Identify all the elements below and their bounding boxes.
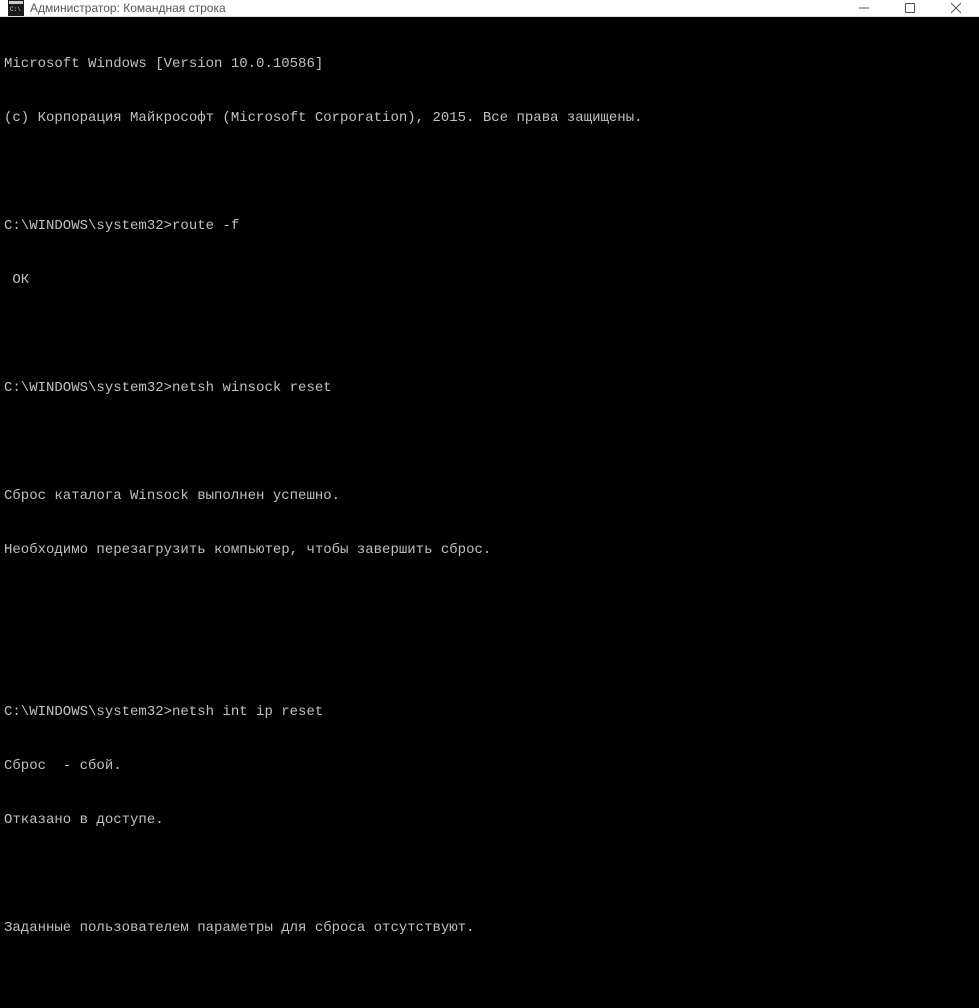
blank-line [4, 649, 975, 667]
prompt: C:\WINDOWS\system32> [4, 379, 172, 397]
blank-line [4, 973, 975, 991]
command-prompt-window: C:\ Администратор: Командная строка Micr… [0, 0, 979, 504]
command: netsh int ip reset [172, 703, 323, 721]
blank-line [4, 865, 975, 883]
blank-line [4, 595, 975, 613]
prompt-line: C:\WINDOWS\system32>netsh winsock reset [4, 379, 975, 397]
output-line: Сброс - сбой. [4, 757, 975, 775]
blank-line [4, 163, 975, 181]
blank-line [4, 325, 975, 343]
svg-text:C:\: C:\ [10, 6, 21, 13]
prompt: C:\WINDOWS\system32> [4, 703, 172, 721]
prompt-line: C:\WINDOWS\system32>route -f [4, 217, 975, 235]
maximize-button[interactable] [887, 0, 933, 16]
window-controls [841, 0, 979, 16]
output-line: Отказано в доступе. [4, 811, 975, 829]
prompt: C:\WINDOWS\system32> [4, 217, 172, 235]
blank-line [4, 433, 975, 451]
output-line: Заданные пользователем параметры для сбр… [4, 919, 975, 937]
close-button[interactable] [933, 0, 979, 16]
output-line: ОК [4, 271, 975, 289]
banner-line: (c) Корпорация Майкрософт (Microsoft Cor… [4, 109, 975, 127]
console-area[interactable]: Microsoft Windows [Version 10.0.10586] (… [0, 17, 979, 1008]
output-line: Сброс каталога Winsock выполнен успешно. [4, 487, 975, 505]
prompt-line: C:\WINDOWS\system32>netsh int ip reset [4, 703, 975, 721]
command: route -f [172, 217, 239, 235]
banner-line: Microsoft Windows [Version 10.0.10586] [4, 55, 975, 73]
output-line: Необходимо перезагрузить компьютер, чтоб… [4, 541, 975, 559]
window-title: Администратор: Командная строка [30, 1, 841, 15]
command: netsh winsock reset [172, 379, 332, 397]
titlebar[interactable]: C:\ Администратор: Командная строка [0, 0, 979, 17]
cmd-icon: C:\ [8, 0, 24, 16]
minimize-button[interactable] [841, 0, 887, 16]
